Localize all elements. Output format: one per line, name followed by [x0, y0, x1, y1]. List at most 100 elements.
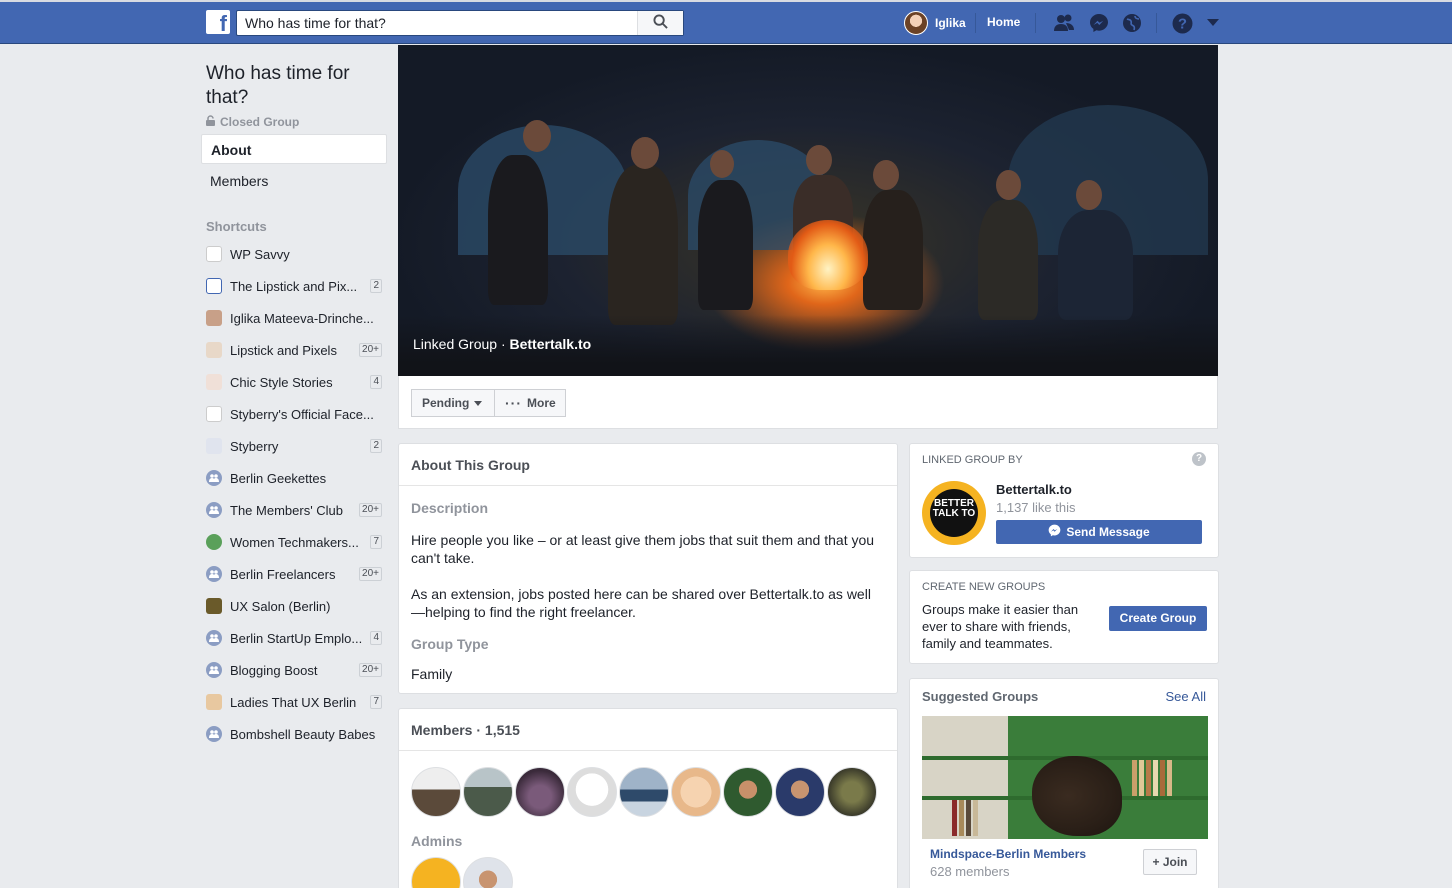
shortcut-item[interactable]: Berlin StartUp Emplo... 4: [206, 627, 382, 649]
admin-avatar[interactable]: [463, 857, 513, 888]
shortcut-count-badge: 2: [370, 439, 382, 453]
question-icon[interactable]: ?: [1192, 452, 1206, 466]
shortcut-count-badge: 4: [370, 631, 382, 645]
linked-group-link[interactable]: Bettertalk.to: [510, 336, 592, 352]
member-avatar[interactable]: [827, 767, 877, 817]
shortcut-label: Women Techmakers...: [230, 534, 359, 550]
shortcut-item[interactable]: Bombshell Beauty Babes: [206, 723, 382, 745]
shortcut-item[interactable]: Styberry 2: [206, 435, 382, 457]
top-navigation-bar: f Iglika Home ?: [0, 0, 1452, 44]
member-avatar[interactable]: [411, 767, 461, 817]
description-paragraph-2: As an extension, jobs posted here can be…: [411, 586, 871, 620]
messenger-icon[interactable]: [1088, 12, 1110, 34]
shortcut-count-badge: 7: [370, 695, 382, 709]
shortcut-label: Berlin StartUp Emplo...: [230, 630, 363, 646]
shortcut-item[interactable]: Berlin Geekettes: [206, 467, 382, 489]
caret-down-icon: [474, 400, 483, 406]
facebook-logo[interactable]: f: [206, 10, 230, 34]
member-avatar[interactable]: [723, 767, 773, 817]
shortcut-item[interactable]: Ladies That UX Berlin 7: [206, 691, 382, 713]
about-card: About This Group Description Hire people…: [398, 443, 898, 694]
shortcut-label: Berlin Geekettes: [230, 470, 327, 486]
member-avatar[interactable]: [671, 767, 721, 817]
friends-icon[interactable]: [1053, 12, 1075, 34]
join-button[interactable]: + Join: [1143, 849, 1197, 875]
book: [1153, 760, 1158, 796]
admin-avatar[interactable]: [411, 857, 461, 888]
send-message-button[interactable]: Send Message: [996, 520, 1202, 544]
shortcut-icon: [206, 534, 222, 550]
suggested-group-members: 628 members: [930, 864, 1010, 879]
description-paragraph-1: Hire people you like – or at least give …: [411, 532, 875, 566]
shortcut-icon: [206, 374, 222, 390]
shortcut-item[interactable]: Chic Style Stories 4: [206, 371, 382, 393]
shortcut-item[interactable]: Lipstick and Pixels 20+: [206, 339, 382, 361]
shortcut-item[interactable]: The Members' Club 20+: [206, 499, 382, 521]
member-avatar[interactable]: [775, 767, 825, 817]
shortcut-item[interactable]: UX Salon (Berlin): [206, 595, 382, 617]
send-message-label: Send Message: [1066, 525, 1150, 539]
shortcut-item[interactable]: WP Savvy: [206, 243, 382, 265]
search-box[interactable]: [236, 10, 684, 36]
page-logo[interactable]: BETTER TALK TO: [922, 481, 986, 545]
notifications-icon[interactable]: [1121, 12, 1143, 34]
shortcut-item[interactable]: Iglika Mateeva-Drinche...: [206, 307, 382, 329]
suggested-group-image[interactable]: [922, 716, 1208, 839]
members-heading[interactable]: Members · 1,515: [399, 709, 897, 751]
book: [973, 800, 978, 836]
person-silhouette: [698, 180, 753, 310]
create-group-button[interactable]: Create Group: [1109, 606, 1207, 631]
search-icon: [653, 14, 668, 32]
shortcut-label: Iglika Mateeva-Drinche...: [230, 310, 374, 326]
admins-label: Admins: [411, 833, 463, 849]
shortcut-item[interactable]: Styberry's Official Face...: [206, 403, 382, 425]
see-all-link[interactable]: See All: [1166, 689, 1206, 704]
cover-photo[interactable]: Linked Group · Bettertalk.to: [398, 45, 1218, 376]
search-button[interactable]: [637, 11, 683, 35]
shortcut-item[interactable]: Blogging Boost 20+: [206, 659, 382, 681]
nav-about[interactable]: About: [201, 134, 387, 164]
member-avatar[interactable]: [463, 767, 513, 817]
more-button[interactable]: ··· More: [494, 389, 566, 417]
member-avatar[interactable]: [567, 767, 617, 817]
group-icon: [206, 566, 222, 582]
group-action-bar: Pending ··· More: [398, 376, 1218, 429]
nav-members[interactable]: Members: [210, 173, 268, 189]
group-type-value: Family: [411, 666, 453, 682]
shortcut-icon: [206, 342, 222, 358]
suggested-group-name[interactable]: Mindspace-Berlin Members: [930, 847, 1086, 861]
linked-group-prefix: Linked Group ·: [413, 336, 510, 352]
shortcut-label: Berlin Freelancers: [230, 566, 336, 582]
shortcut-label: Styberry's Official Face...: [230, 406, 374, 422]
person-head: [523, 120, 551, 152]
shortcut-item[interactable]: The Lipstick and Pix... 2: [206, 275, 382, 297]
search-input[interactable]: [237, 11, 637, 35]
book: [1167, 760, 1172, 796]
person-head: [710, 150, 734, 178]
home-link[interactable]: Home: [987, 15, 1020, 29]
shortcut-item[interactable]: Women Techmakers... 7: [206, 531, 382, 553]
divider: [975, 13, 976, 33]
member-avatar[interactable]: [619, 767, 669, 817]
pending-button[interactable]: Pending: [411, 389, 495, 417]
shortcuts-heading: Shortcuts: [206, 219, 267, 234]
cover-caption: Linked Group · Bettertalk.to: [413, 336, 591, 352]
chevron-down-icon[interactable]: [1202, 12, 1224, 34]
campfire: [788, 220, 868, 290]
person-head: [1076, 180, 1102, 210]
person-head: [806, 145, 832, 175]
member-avatar[interactable]: [515, 767, 565, 817]
page-logo-text: BETTER TALK TO: [930, 489, 978, 537]
page-name[interactable]: Bettertalk.to: [996, 482, 1072, 497]
shortcut-item[interactable]: Berlin Freelancers 20+: [206, 563, 382, 585]
book: [1160, 760, 1165, 796]
page-likes: 1,137 like this: [996, 500, 1076, 515]
pending-label: Pending: [422, 396, 470, 410]
privacy-label: Closed Group: [206, 115, 299, 129]
person-silhouette: [608, 165, 678, 325]
profile-link[interactable]: Iglika: [904, 11, 966, 35]
person-head: [996, 170, 1021, 200]
shortcut-label: The Members' Club: [230, 502, 344, 518]
help-icon[interactable]: ?: [1171, 12, 1193, 34]
group-title[interactable]: Who has time for that?: [206, 62, 386, 110]
